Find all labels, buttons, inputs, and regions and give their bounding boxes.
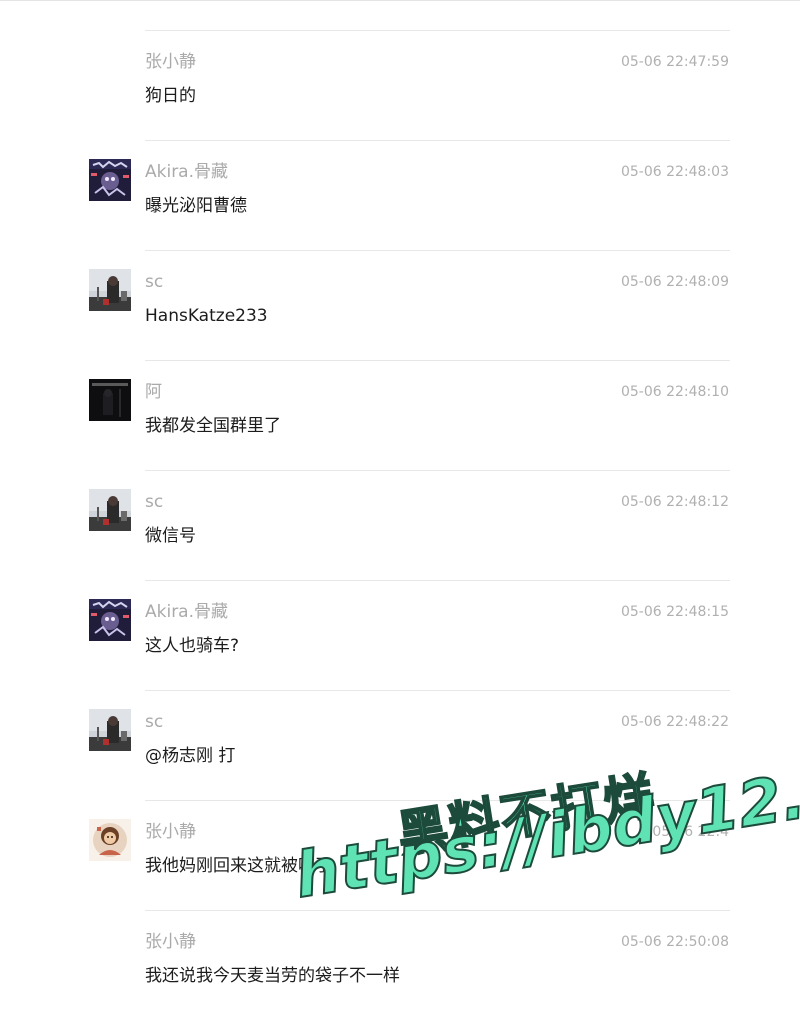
chat-message[interactable]: sc 05-06 22:48:09 HansKatze233 xyxy=(0,250,800,360)
sc-avatar-icon xyxy=(89,489,131,531)
message-timestamp: 05-06 22:48:22 xyxy=(620,714,729,730)
chat-message[interactable]: 阿 05-06 22:48:10 我都发全国群里了 xyxy=(0,360,800,470)
sender-name: 张小静 xyxy=(145,932,196,952)
message-divider xyxy=(145,800,730,801)
sender-name: 张小静 xyxy=(145,52,196,72)
message-divider xyxy=(145,910,730,911)
akira-avatar-icon xyxy=(89,159,131,201)
avatar[interactable] xyxy=(89,599,131,641)
avatar[interactable] xyxy=(89,819,131,861)
message-text: 微信号 xyxy=(145,526,196,546)
avatar[interactable] xyxy=(89,709,131,751)
zhang-avatar-icon xyxy=(89,819,131,861)
sc-avatar-icon xyxy=(89,269,131,311)
chat-message[interactable]: sc 05-06 22:48:12 微信号 xyxy=(0,470,800,580)
message-timestamp: 05-06 22:48:10 xyxy=(620,384,729,400)
akira-avatar-icon xyxy=(89,599,131,641)
avatar[interactable] xyxy=(89,489,131,531)
message-text: HansKatze233 xyxy=(145,306,268,326)
sender-name: sc xyxy=(145,272,164,292)
sc-avatar-icon xyxy=(89,709,131,751)
dark-avatar-icon xyxy=(89,379,131,421)
message-divider xyxy=(145,580,730,581)
sender-name: Akira.骨藏 xyxy=(145,602,229,622)
message-text: 我都发全国群里了 xyxy=(145,416,281,436)
avatar[interactable] xyxy=(89,269,131,311)
message-timestamp: 05-06 22:4 xyxy=(652,824,729,840)
chat-message-list[interactable]: 张小静 05-06 22:47:59 狗日的 Akira.骨藏 05-06 22… xyxy=(0,0,800,1000)
message-divider xyxy=(145,140,730,141)
sender-name: Akira.骨藏 xyxy=(145,162,229,182)
message-divider xyxy=(145,30,730,31)
sender-name: 张小静 xyxy=(145,822,196,842)
chat-message[interactable]: sc 05-06 22:48:22 @杨志刚 打 xyxy=(0,690,800,800)
message-timestamp: 05-06 22:50:08 xyxy=(620,934,729,950)
message-timestamp: 05-06 22:48:15 xyxy=(620,604,729,620)
message-timestamp: 05-06 22:48:12 xyxy=(620,494,729,510)
message-divider xyxy=(145,470,730,471)
sender-name: 阿 xyxy=(145,382,162,402)
avatar[interactable] xyxy=(89,379,131,421)
message-text: 我还说我今天麦当劳的袋子不一样 xyxy=(145,966,400,986)
message-timestamp: 05-06 22:48:09 xyxy=(620,274,729,290)
chat-message[interactable]: 张小静 05-06 22:50:08 我还说我今天麦当劳的袋子不一样 xyxy=(0,910,800,1020)
sender-name: sc xyxy=(145,712,164,732)
chat-message[interactable]: Akira.骨藏 05-06 22:48:15 这人也骑车? xyxy=(0,580,800,690)
chat-message[interactable]: 张小静 05-06 22:4 我他妈刚回来这就被吃了 xyxy=(0,800,800,910)
message-text: 曝光泌阳曹德 xyxy=(145,196,247,216)
chat-message[interactable]: 张小静 05-06 22:47:59 狗日的 xyxy=(0,30,800,140)
sender-name: sc xyxy=(145,492,164,512)
message-text: 这人也骑车? xyxy=(145,636,240,656)
message-timestamp: 05-06 22:48:03 xyxy=(620,164,729,180)
avatar[interactable] xyxy=(89,159,131,201)
message-divider xyxy=(145,250,730,251)
chat-message[interactable]: Akira.骨藏 05-06 22:48:03 曝光泌阳曹德 xyxy=(0,140,800,250)
message-divider xyxy=(145,360,730,361)
message-text: @杨志刚 打 xyxy=(145,746,236,766)
message-text: 狗日的 xyxy=(145,86,196,106)
message-timestamp: 05-06 22:47:59 xyxy=(620,54,729,70)
message-text: 我他妈刚回来这就被吃了 xyxy=(145,856,332,876)
message-divider xyxy=(145,690,730,691)
